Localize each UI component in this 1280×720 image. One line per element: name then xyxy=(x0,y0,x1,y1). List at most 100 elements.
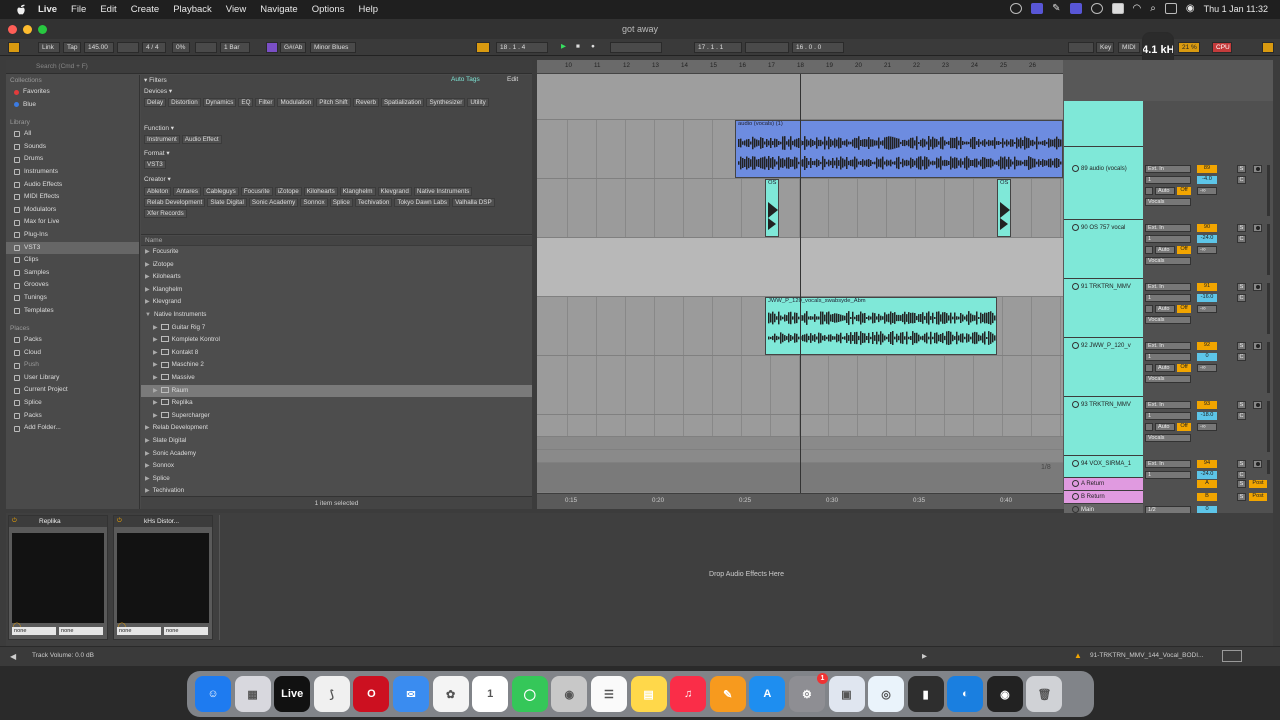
return-track-header[interactable]: A Return xyxy=(1064,478,1143,491)
fold-icon[interactable] xyxy=(1072,224,1079,231)
chevron-right-icon[interactable]: ▶ xyxy=(145,299,150,305)
scale-select[interactable]: Minor Blues xyxy=(310,42,356,53)
file-item[interactable]: ▶ Komplete Kontrol xyxy=(141,334,532,347)
place-current-project[interactable]: Current Project xyxy=(6,384,139,397)
tag-eq[interactable]: EQ xyxy=(238,98,254,107)
tag-reverb[interactable]: Reverb xyxy=(352,98,379,107)
file-item[interactable]: ▶ Splice xyxy=(141,473,532,486)
loop-start[interactable]: 17 . 1 . 1 xyxy=(694,42,742,53)
place-packs[interactable]: Packs xyxy=(6,334,139,347)
search-icon[interactable]: ⌕ xyxy=(1150,3,1156,14)
output-select[interactable]: Vocals xyxy=(1145,375,1191,383)
fold-icon[interactable] xyxy=(1072,493,1079,500)
dock-obs-icon[interactable]: ◉ xyxy=(986,676,1023,712)
dock-calendar-icon[interactable]: 1 xyxy=(472,676,509,712)
tag-splice[interactable]: Splice xyxy=(329,198,353,207)
monitor-auto-button[interactable]: Auto xyxy=(1155,423,1175,431)
monitor-auto-button[interactable]: Auto xyxy=(1155,305,1175,313)
time-ruler[interactable]: 0:15 0:20 0:25 0:30 0:35 0:40 xyxy=(537,493,1063,509)
volume-field[interactable]: -24.0 xyxy=(1197,235,1217,243)
dock-music-icon[interactable]: ♫ xyxy=(670,676,707,712)
file-item[interactable]: ▶ Guitar Rig 7 xyxy=(141,322,532,335)
dock-trash-icon[interactable]: 🗑 xyxy=(1026,676,1063,712)
library-grooves[interactable]: Grooves xyxy=(6,279,139,292)
tag-native-instruments[interactable]: Native Instruments xyxy=(413,187,473,196)
arm-button[interactable] xyxy=(1253,401,1262,409)
tag-klanghelm[interactable]: Klanghelm xyxy=(339,187,376,196)
library-all[interactable]: All xyxy=(6,128,139,141)
menu-edit[interactable]: Edit xyxy=(100,4,116,15)
browser-toggle-icon[interactable] xyxy=(8,42,20,53)
tag-klevgrand[interactable]: Klevgrand xyxy=(377,187,412,196)
tempo-field[interactable]: 145.00 xyxy=(84,42,114,53)
tag-sonnox[interactable]: Sonnox xyxy=(300,198,328,207)
library-max-for-live[interactable]: Max for Live xyxy=(6,216,139,229)
quantize-menu[interactable]: 1 Bar xyxy=(220,42,250,53)
send-a-field[interactable]: -∞ xyxy=(1197,364,1217,372)
tag-slate-digital[interactable]: Slate Digital xyxy=(207,198,247,207)
tag-tokyo-dawn[interactable]: Tokyo Dawn Labs xyxy=(394,198,451,207)
collection-favorites[interactable]: Favorites xyxy=(6,86,139,99)
clip-os-2[interactable]: OS xyxy=(997,179,1011,237)
chevron-right-icon[interactable]: ▶ xyxy=(153,350,158,356)
device-power-icon[interactable]: ⏻ xyxy=(117,518,122,525)
track-number-button[interactable]: 91 xyxy=(1197,283,1217,291)
siri-icon[interactable]: ◉ xyxy=(1186,3,1195,14)
volume-field[interactable]: -4.0 xyxy=(1197,176,1217,184)
tap-button[interactable]: Tap xyxy=(63,42,81,53)
link-button[interactable]: Link xyxy=(38,42,60,53)
file-item[interactable]: ▶ Massive xyxy=(141,372,532,385)
cpu-button[interactable]: CPU xyxy=(1212,42,1232,53)
loop-length[interactable]: 16 . 0 . 0 xyxy=(792,42,844,53)
send-a-field[interactable]: -∞ xyxy=(1197,305,1217,313)
menu-view[interactable]: View xyxy=(226,4,246,15)
chevron-down-icon[interactable]: ▼ xyxy=(145,312,151,318)
tag-ableton[interactable]: Ableton xyxy=(144,187,172,196)
monitor-in-button[interactable] xyxy=(1145,187,1153,195)
chevron-right-icon[interactable]: ▶ xyxy=(145,451,150,457)
track-number-button[interactable]: 93 xyxy=(1197,401,1217,409)
chevron-right-icon[interactable]: ▶ xyxy=(153,337,158,343)
monitor-in-button[interactable] xyxy=(1145,305,1153,313)
library-tunings[interactable]: Tunings xyxy=(6,292,139,305)
fold-icon[interactable] xyxy=(1072,460,1079,467)
chevron-right-icon[interactable]: ▶ xyxy=(145,262,150,268)
post-button[interactable]: Post xyxy=(1249,493,1267,501)
add-folder-button[interactable]: Add Folder... xyxy=(6,422,139,435)
library-instruments[interactable]: Instruments xyxy=(6,166,139,179)
dock-pages-icon[interactable]: ✎ xyxy=(709,676,746,712)
library-plug-ins[interactable]: Plug-Ins xyxy=(6,229,139,242)
monitor-off-button[interactable]: Off xyxy=(1177,364,1191,372)
send-a-field[interactable]: -∞ xyxy=(1197,187,1217,195)
fold-icon[interactable] xyxy=(1072,165,1079,172)
track-name[interactable]: 91 TRKTRN_MMV xyxy=(1072,283,1131,290)
library-midi-effects[interactable]: MIDI Effects xyxy=(6,191,139,204)
return-letter-button[interactable]: A xyxy=(1197,480,1217,488)
device-title[interactable]: Replika xyxy=(9,516,107,527)
place-user-library[interactable]: User Library xyxy=(6,372,139,385)
midi-map-button[interactable]: MIDI xyxy=(1118,42,1140,53)
input-type-select[interactable]: Ext. In xyxy=(1145,460,1191,468)
tag-vst3[interactable]: VST3 xyxy=(144,160,166,169)
file-item[interactable]: ▶ Sonnox xyxy=(141,460,532,473)
dock-notes-icon[interactable]: ▤ xyxy=(630,676,667,712)
clip-audio-vocals[interactable]: audio (vocals) (1) xyxy=(735,120,1063,178)
library-modulators[interactable]: Modulators xyxy=(6,204,139,217)
zoom-icon[interactable] xyxy=(38,25,47,34)
volume-field[interactable]: -16.0 xyxy=(1197,294,1217,302)
tag-sonic-academy[interactable]: Sonic Academy xyxy=(248,198,299,207)
tag-valhalla[interactable]: Valhalla DSP xyxy=(452,198,495,207)
loop-switch[interactable] xyxy=(745,42,789,53)
track-number-button[interactable]: 92 xyxy=(1197,342,1217,350)
library-clips[interactable]: Clips xyxy=(6,254,139,267)
device-sidechain-select-2[interactable]: none xyxy=(59,627,103,635)
tag-izotope[interactable]: iZotope xyxy=(274,187,302,196)
output-select[interactable]: Vocals xyxy=(1145,198,1191,206)
tag-kilohearts[interactable]: Kilohearts xyxy=(303,187,338,196)
nudge-icon[interactable] xyxy=(117,42,139,53)
file-item[interactable]: ▶ Replika xyxy=(141,397,532,410)
dock-live-icon[interactable]: Live xyxy=(274,676,311,712)
tag-cableguys[interactable]: Cableguys xyxy=(203,187,239,196)
library-templates[interactable]: Templates xyxy=(6,305,139,318)
overview-toggle-icon[interactable] xyxy=(1262,42,1274,53)
